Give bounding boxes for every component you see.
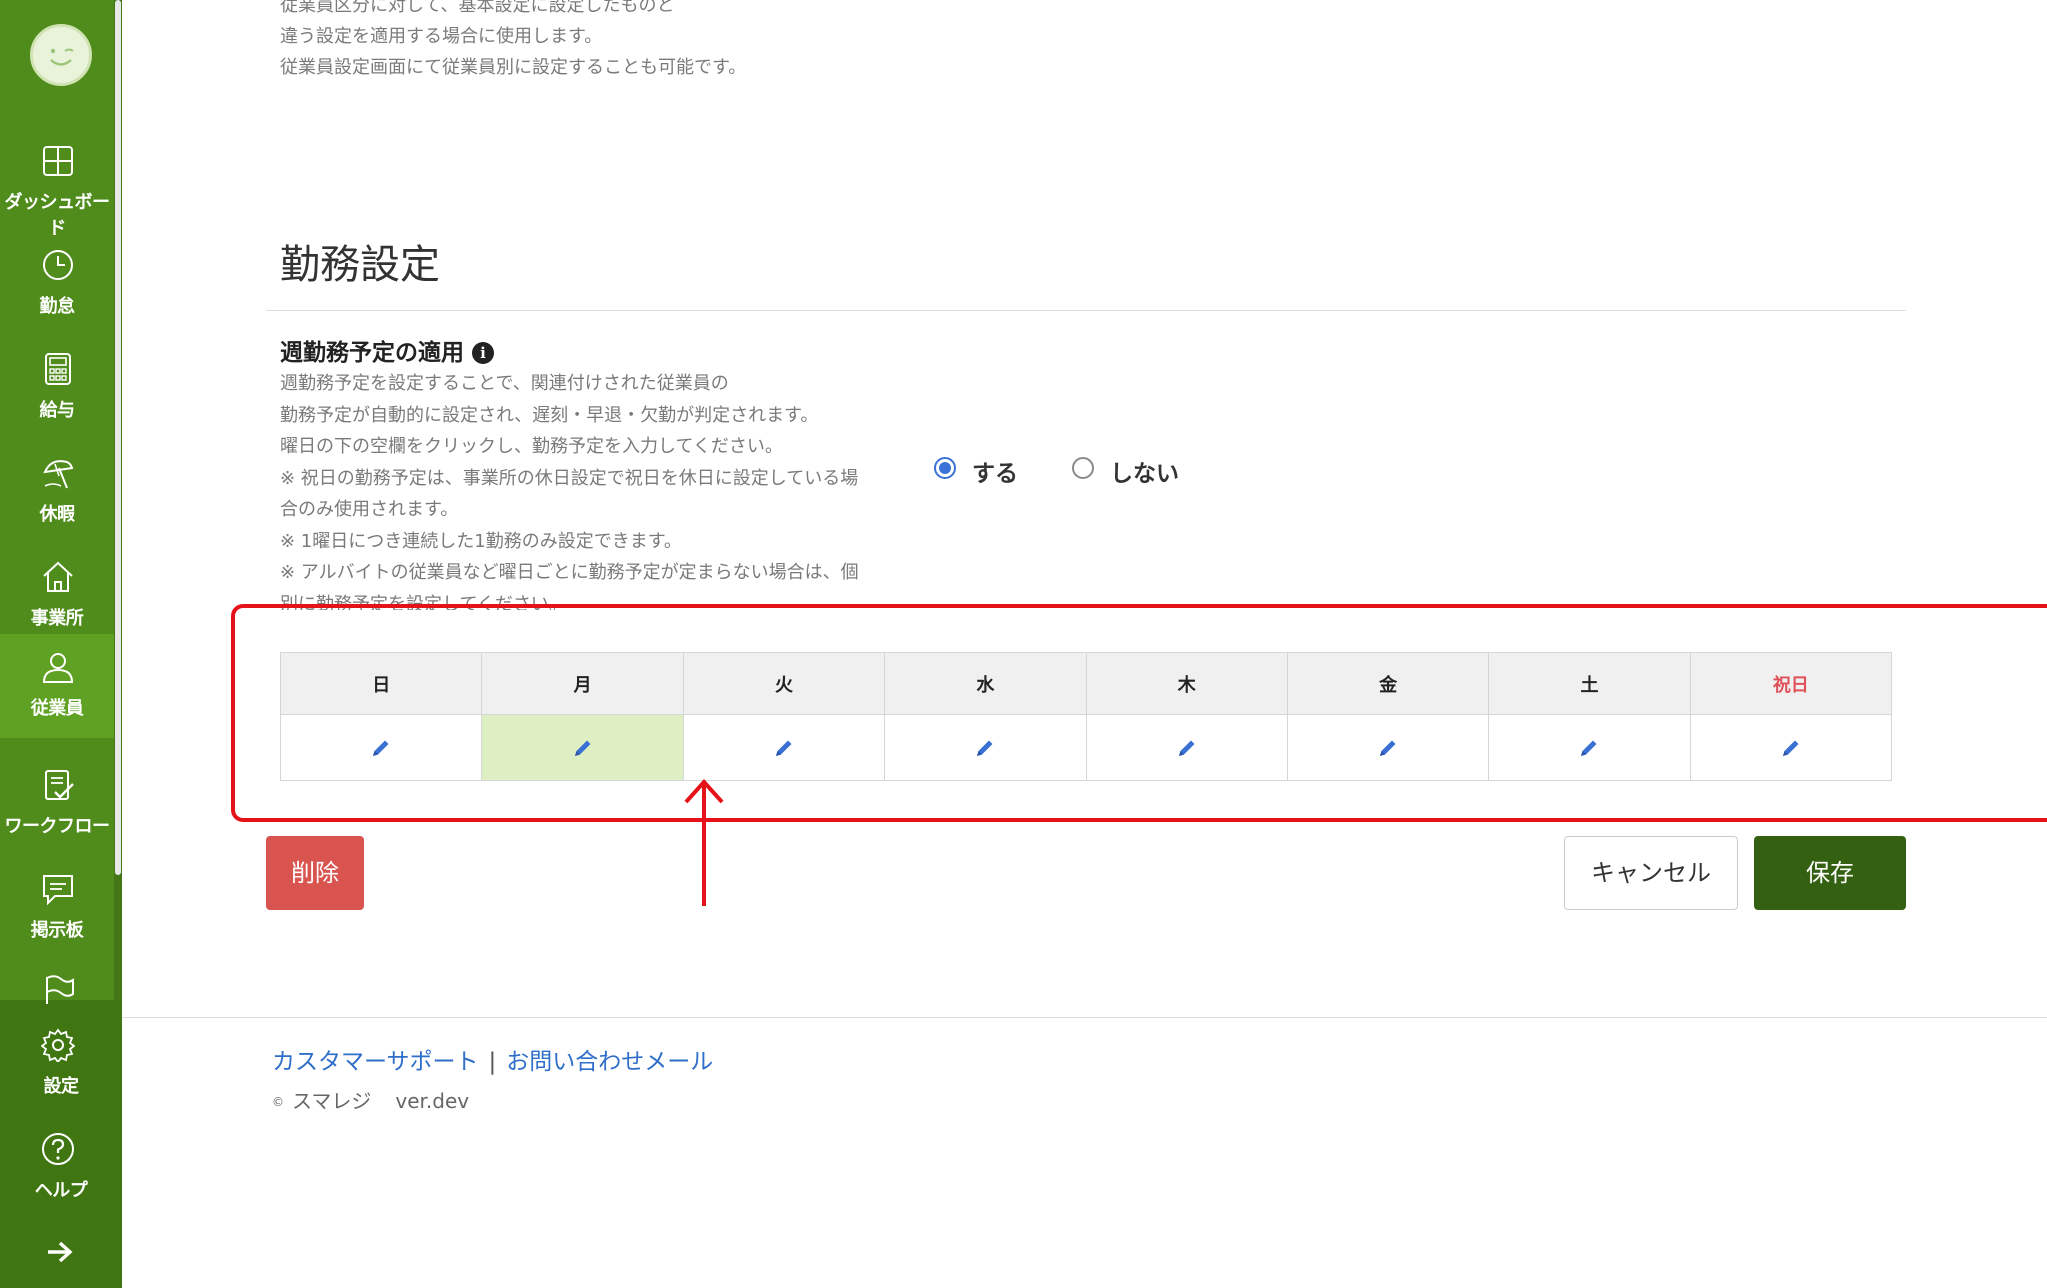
- info-icon[interactable]: i: [472, 342, 494, 364]
- flag-icon: [46, 975, 74, 1004]
- smiley-icon: [37, 31, 85, 79]
- day-header-fri: 金: [1286, 652, 1490, 715]
- checklist-icon: [45, 770, 74, 800]
- person-icon: [42, 653, 74, 683]
- day-header-sat: 土: [1488, 652, 1691, 715]
- sidebar-item-workflow[interactable]: ワークフロー: [0, 752, 114, 856]
- description-line: 曜日の下の空欄をクリックし、勤務予定を入力してください。: [280, 436, 783, 457]
- contact-mail-link[interactable]: お問い合わせメール: [506, 1049, 713, 1075]
- sidebar-item-label: 設定: [43, 1076, 80, 1097]
- schedule-cell-fri[interactable]: [1286, 714, 1490, 781]
- copyright-symbol: ©: [272, 1095, 284, 1109]
- gear-icon: [41, 1028, 75, 1062]
- day-header-holiday: 祝日: [1689, 652, 1893, 715]
- description-line: 週勤務予定を設定することで、関連付けされた従業員の: [280, 373, 729, 394]
- description-line: 違う設定を適用する場合に使用します。: [280, 26, 603, 47]
- sidebar-item-label: 給与: [39, 400, 76, 421]
- message-icon: [43, 875, 73, 906]
- pencil-icon: [775, 740, 792, 756]
- sidebar-item-label: ヘルプ: [34, 1180, 88, 1201]
- sidebar-item-payroll[interactable]: 給与: [0, 336, 114, 440]
- sidebar-item-label: 休暇: [39, 504, 76, 525]
- pencil-icon: [373, 740, 389, 756]
- radio-button-unchecked[interactable]: [1072, 457, 1094, 479]
- description-line: ※ 1曜日につき連続した1勤務のみ設定できます。: [280, 530, 682, 552]
- sidebar-item-label: ワークフロー: [4, 816, 111, 837]
- sidebar-item-label: 勤怠: [39, 296, 76, 317]
- description-line: 従業員区分に対して、基本設定に設定したものと: [280, 0, 675, 16]
- main-content: 従業員区分に対して、基本設定に設定したものと 違う設定を適用する場合に使用します…: [122, 0, 2047, 1288]
- question-icon: [42, 1133, 74, 1165]
- arrow-right-icon[interactable]: [46, 1240, 74, 1264]
- schedule-cell-sun[interactable]: [279, 714, 483, 781]
- field-title-text: 週勤務予定の適用: [280, 340, 464, 366]
- red-arrow-annotation: [684, 779, 724, 906]
- pencil-icon: [1178, 740, 1195, 756]
- sidebar-item-label: 掲示板: [30, 920, 84, 941]
- sidebar-item-label: 事業所: [30, 608, 84, 629]
- description-line: 勤務予定が自動的に設定され、遅刻・早退・欠勤が判定されます。: [280, 404, 819, 426]
- delete-button[interactable]: 削除: [266, 836, 364, 910]
- radio-label: しない: [1110, 461, 1179, 487]
- schedule-cell-tue[interactable]: [682, 714, 886, 781]
- sidebar-item-settings[interactable]: 設定: [0, 1028, 122, 1132]
- sidebar-item-office[interactable]: 事業所: [0, 544, 114, 648]
- radio-label: する: [972, 461, 1018, 487]
- pencil-icon: [1782, 740, 1799, 756]
- cancel-button[interactable]: キャンセル: [1564, 836, 1738, 910]
- schedule-cell-sat[interactable]: [1488, 714, 1691, 781]
- customer-support-link[interactable]: カスタマーサポート: [272, 1049, 479, 1075]
- footer-divider: [122, 1017, 2047, 1018]
- schedule-cell-mon[interactable]: [481, 714, 684, 781]
- week-schedule-table: 日 月 火 水 木 金 土 祝日: [279, 652, 1893, 781]
- sidebar-item-board[interactable]: 掲示板: [0, 856, 114, 960]
- schedule-cell-thu[interactable]: [1085, 714, 1288, 781]
- sidebar-item-label: 従業員: [30, 698, 84, 719]
- day-header-mon: 月: [481, 652, 684, 715]
- sidebar-item-leave[interactable]: 休暇: [0, 440, 114, 544]
- day-header-thu: 木: [1085, 652, 1288, 715]
- table-row: [279, 714, 1893, 781]
- schedule-cell-holiday[interactable]: [1689, 714, 1893, 781]
- version-label: ver.dev: [395, 1089, 470, 1113]
- section-divider: [266, 310, 1906, 311]
- pencil-icon: [1581, 740, 1597, 756]
- table-header-row: 日 月 火 水 木 金 土 祝日: [279, 652, 1893, 715]
- field-description: 週勤務予定を設定することで、関連付けされた従業員の 勤務予定が自動的に設定され、…: [280, 368, 920, 610]
- avatar[interactable]: [30, 24, 92, 86]
- field-title: 週勤務予定の適用 i: [280, 333, 494, 367]
- pencil-icon: [1380, 740, 1396, 756]
- clock-icon: [43, 250, 73, 280]
- top-description: 従業員区分に対して、基本設定に設定したものと 違う設定を適用する場合に使用します…: [280, 0, 746, 83]
- day-header-wed: 水: [884, 652, 1087, 715]
- schedule-cell-wed[interactable]: [884, 714, 1087, 781]
- section-title: 勤務設定: [280, 242, 440, 288]
- calculator-icon: [45, 353, 71, 385]
- day-header-tue: 火: [682, 652, 886, 715]
- radio-button-checked[interactable]: [934, 457, 956, 479]
- description-line: 従業員設定画面にて従業員別に設定することも可能です。: [280, 57, 747, 78]
- day-header-sun: 日: [279, 652, 483, 715]
- sidebar-item-dashboard[interactable]: ダッシュボード: [0, 128, 114, 239]
- sidebar-item-flag[interactable]: [0, 958, 114, 1004]
- dashboard-icon: [43, 146, 73, 176]
- description-line: ※ アルバイトの従業員など曜日ごとに勤務予定が定まらない場合は、個: [280, 562, 859, 583]
- sidebar-item-help[interactable]: ヘルプ: [0, 1132, 122, 1236]
- description-line: ※ 祝日の勤務予定は、事業所の休日設定で祝日を休日に設定している場: [280, 467, 859, 489]
- save-button[interactable]: 保存: [1754, 836, 1906, 910]
- footer-separator: |: [488, 1049, 497, 1075]
- sidebar-item-employees[interactable]: 従業員: [0, 634, 114, 738]
- description-line: 合のみ使用されます。: [280, 499, 459, 520]
- beach-umbrella-icon: [43, 460, 74, 489]
- home-icon: [43, 561, 73, 592]
- company-name: スマレジ: [292, 1089, 372, 1113]
- footer-links: カスタマーサポート | お問い合わせメール: [272, 1042, 713, 1076]
- copyright: © スマレジ ver.dev: [272, 1085, 469, 1114]
- pencil-icon: [977, 740, 993, 756]
- pencil-icon: [574, 740, 591, 756]
- sidebar-scrollbar-thumb[interactable]: [115, 0, 121, 875]
- sidebar-item-attendance[interactable]: 勤怠: [0, 232, 114, 336]
- sidebar: ダッシュボード 勤怠 給与 休暇 事業所 従業員 ワークフロー 掲示板 設定 ヘ…: [0, 0, 122, 1288]
